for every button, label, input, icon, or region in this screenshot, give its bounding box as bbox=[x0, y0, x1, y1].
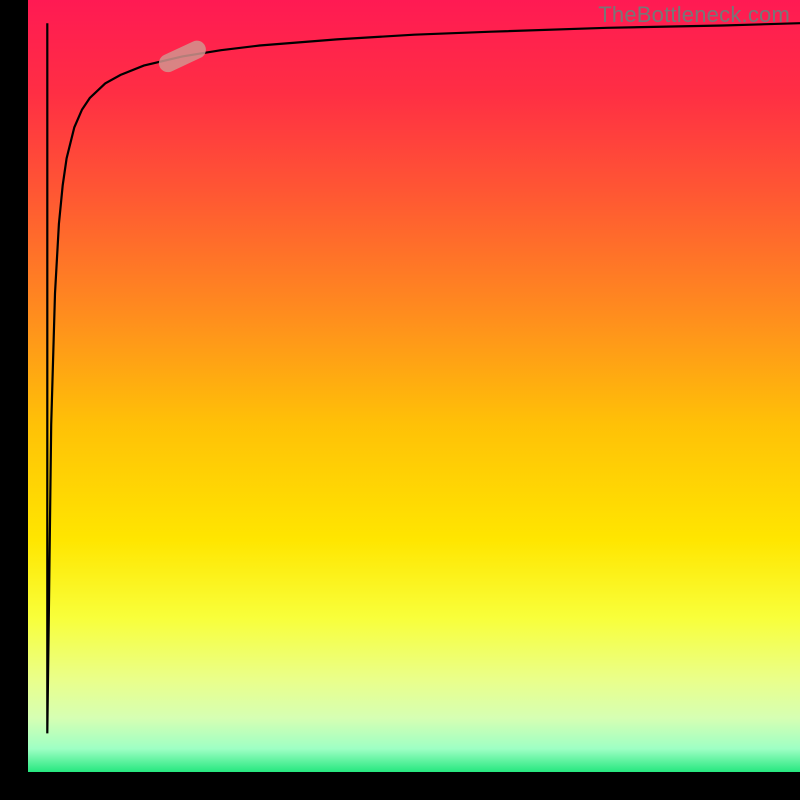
x-axis-border bbox=[0, 772, 800, 800]
chart-svg bbox=[0, 0, 800, 800]
y-axis-border bbox=[0, 0, 28, 800]
plot-area bbox=[28, 0, 800, 772]
chart-container: TheBottleneck.com bbox=[0, 0, 800, 800]
watermark-text: TheBottleneck.com bbox=[598, 2, 790, 28]
